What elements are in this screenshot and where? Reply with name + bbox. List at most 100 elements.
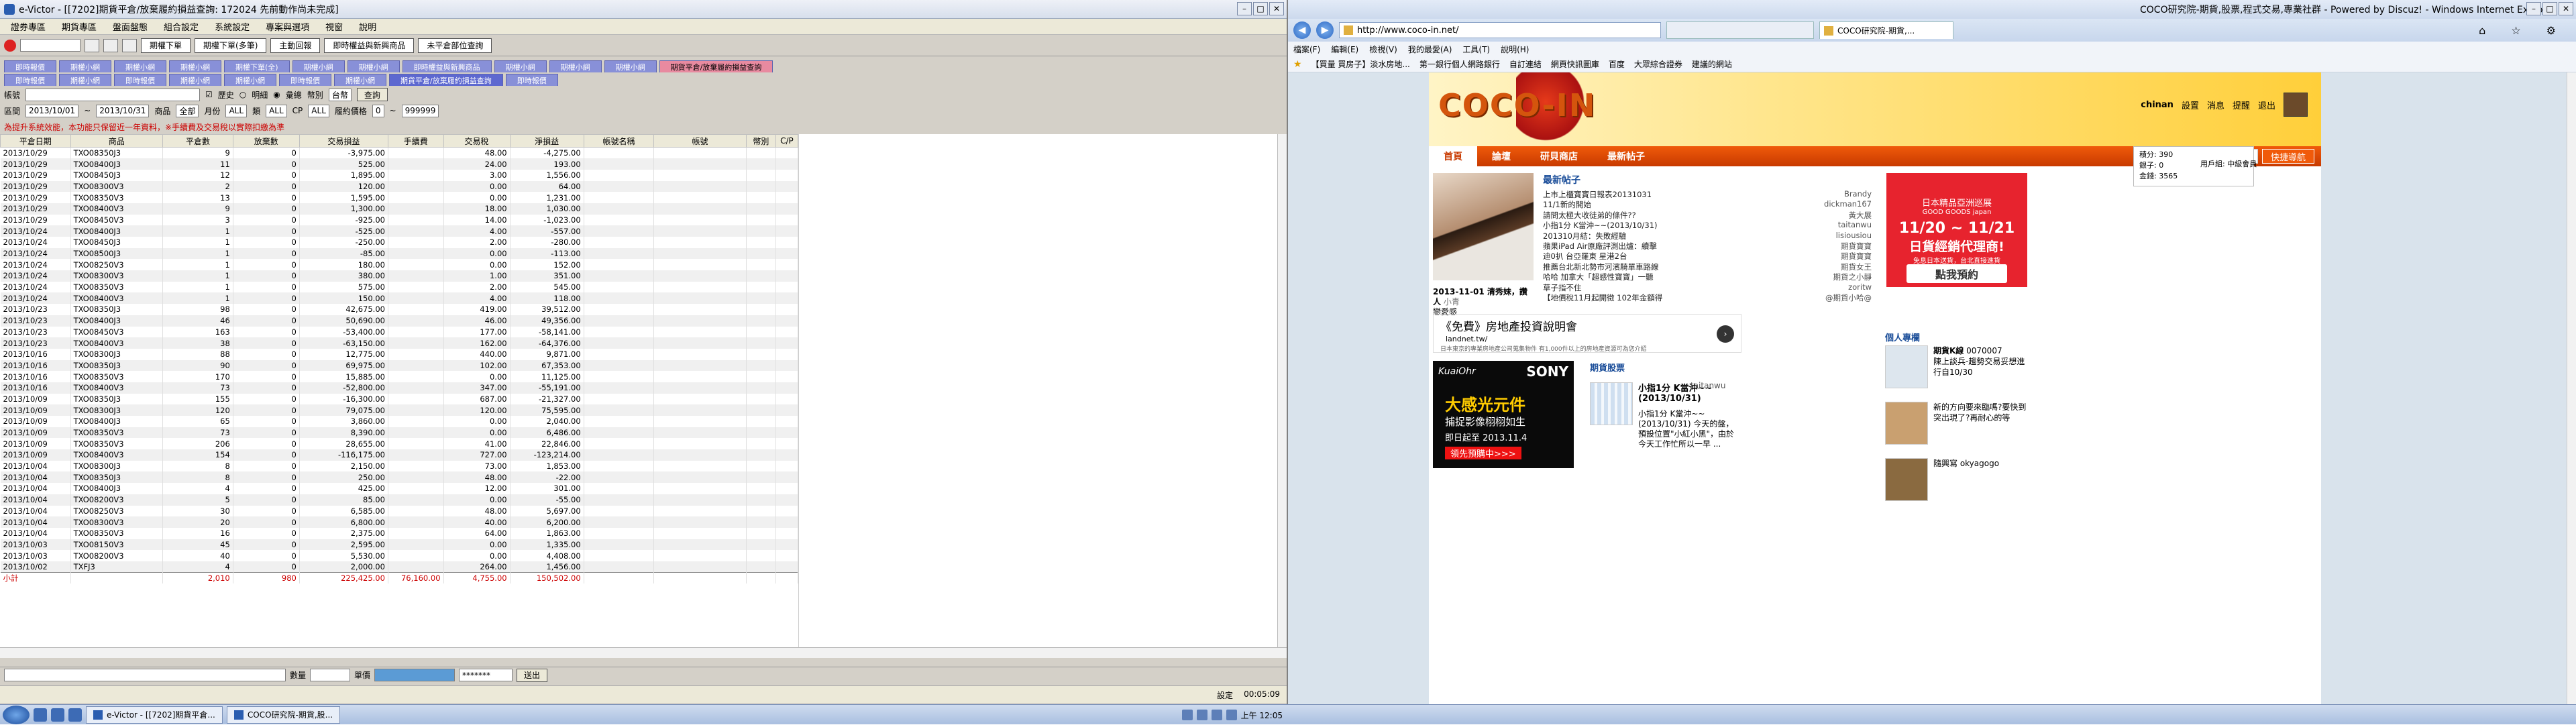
ie-menu-item[interactable]: 說明(H) — [1501, 44, 1529, 55]
japan-ad-cta[interactable]: 點我預約 — [1907, 264, 2007, 283]
latest-post-title[interactable]: 11/1新的開始 — [1543, 199, 1798, 209]
price-field[interactable] — [374, 669, 455, 681]
table-row[interactable]: 2013/10/04 TXO08300J3 8 0 2,150.00 73.00 1,853… — [0, 460, 798, 472]
currency-select[interactable]: 台幣 — [328, 88, 352, 101]
tab[interactable]: 期權小網 — [169, 60, 221, 72]
ie-menu-item[interactable]: 我的最愛(A) — [1408, 44, 1452, 55]
strike-from-field[interactable]: 0 — [372, 104, 384, 117]
latest-post-author[interactable]: 期貨寶寶 — [1805, 251, 1872, 261]
nav-forum[interactable]: 論壇 — [1477, 146, 1525, 166]
taskbar-evictor[interactable]: e-Victor - [[7202]期貨平倉... — [86, 706, 223, 724]
table-row[interactable]: 2013/10/04 TXO08350J3 8 0 250.00 48.00 -22.00 — [0, 471, 798, 484]
ie-menu-item[interactable]: 檢視(V) — [1369, 44, 1397, 55]
favorites-icon[interactable]: ★ — [1293, 59, 1302, 70]
column-header[interactable]: 平倉日期 — [0, 134, 71, 148]
latest-post-author[interactable]: lisiousiou — [1805, 231, 1872, 241]
table-row[interactable]: 2013/10/23 TXO08400J3 46 0 50,690.00 46.00 49,… — [0, 315, 798, 327]
taskbar-ie[interactable]: COCO研究院-期貨,股... — [226, 706, 341, 724]
evictor-titlebar[interactable]: e-Victor - [[7202]期貨平倉/放棄履約損益查詢: 172024 … — [0, 0, 1287, 19]
menu-item[interactable]: 專案與選項 — [259, 20, 316, 33]
quicklaunch-icon[interactable] — [51, 708, 64, 722]
tab[interactable]: 期權小網 — [224, 74, 276, 86]
tab[interactable]: 期權小網 — [114, 60, 166, 72]
qty-field[interactable] — [310, 669, 351, 681]
column-header[interactable]: 幣別 — [745, 134, 776, 148]
latest-post-item[interactable]: 蘋果iPad Air原廠評測出爐：續擊 期貨寶寶 — [1543, 241, 1872, 251]
table-row[interactable]: 2013/10/09 TXO08350V3 73 0 8,390.00 0.00 6,486… — [0, 427, 798, 439]
table-row[interactable]: 2013/10/24 TXO08300V3 1 0 380.00 1.00 351.00 — [0, 270, 798, 282]
table-row[interactable]: 2013/10/03 TXO08200V3 40 0 5,530.00 0.00 4,408… — [0, 550, 798, 561]
report-button[interactable]: 主動回報 — [270, 38, 321, 53]
latest-post-item[interactable]: 【地價稅11月起開徵 102年金額得 @期貨小哈@ — [1543, 292, 1872, 302]
tab[interactable]: 期權小網 — [169, 74, 221, 86]
column-header[interactable]: 淨損益 — [509, 134, 584, 148]
maximize-button[interactable]: □ — [1253, 2, 1268, 15]
menu-item[interactable]: 視窗 — [319, 20, 350, 33]
summary-radio[interactable]: ◉ — [273, 90, 280, 99]
tray-icon[interactable] — [1211, 710, 1222, 720]
avatar[interactable] — [2284, 93, 2308, 117]
clock[interactable]: 上午 12:05 — [1241, 710, 1283, 721]
account-mask-field[interactable]: ******* — [459, 669, 513, 681]
page-scrollbar[interactable] — [2567, 72, 2576, 704]
latest-post-title[interactable]: 蘋果iPad Air原廠評測出爐：續擊 — [1543, 241, 1798, 251]
table-row[interactable]: 2013/10/04 TXO08250V3 30 0 6,585.00 48.00 5,69… — [0, 505, 798, 517]
fav-link[interactable]: 網頁快訊圖庫 — [1551, 58, 1599, 70]
history-checkbox[interactable]: ☑ — [205, 90, 213, 99]
landnet-ad[interactable]: 《免費》房地產投資說明會 landnet.tw/ 日本東京的專業房地產公司蒐集物… — [1433, 314, 1741, 353]
tab-pl-query[interactable]: 期貨平倉/放棄履約損益查詢 — [659, 60, 773, 72]
table-row[interactable]: 2013/10/24 TXO08250V3 1 0 180.00 0.00 152.00 — [0, 259, 798, 271]
toolbar-icon[interactable] — [103, 38, 118, 52]
futures-thumbnail[interactable] — [1590, 382, 1633, 425]
tab[interactable]: 即時報價 — [279, 74, 331, 86]
account-select[interactable] — [25, 88, 201, 101]
table-row[interactable]: 2013/10/29 TXO08300V3 2 0 120.00 0.00 64.00 — [0, 180, 798, 192]
stop-icon[interactable] — [4, 39, 16, 52]
toolbar-field[interactable] — [20, 39, 80, 52]
latest-post-title[interactable]: 201310月結：失敗經驗 — [1543, 231, 1798, 241]
futures-item-author[interactable]: taitanwu — [1690, 381, 1725, 390]
start-button[interactable] — [3, 705, 30, 724]
menu-item[interactable]: 盤面盤態 — [106, 20, 154, 33]
featured-photo[interactable] — [1433, 173, 1534, 280]
fav-link[interactable]: 【買量 買房子】淡水房地... — [1311, 58, 1410, 70]
menu-item[interactable]: 證券專區 — [4, 20, 52, 33]
table-row[interactable]: 2013/10/04 TXO08400J3 4 0 425.00 12.00 301.00 — [0, 483, 798, 494]
latest-post-item[interactable]: 11/1新的開始 dickman167 — [1543, 199, 1872, 209]
home-icon[interactable]: ⌂ — [2479, 24, 2485, 37]
tab-pl-query-active[interactable]: 期貨平倉/放棄履約損益查詢 — [389, 74, 503, 86]
personal-item[interactable]: 期貨K線 0070007 陳上談兵-趨勢交易妥想進行自10/30 — [1885, 345, 2026, 399]
detail-radio[interactable]: ○ — [239, 90, 246, 99]
table-row[interactable]: 2013/10/09 TXO08350V3 206 0 28,655.00 41.00 22… — [0, 438, 798, 450]
table-row[interactable]: 2013/10/29 TXO08450J3 12 0 1,895.00 3.00 1,556… — [0, 169, 798, 181]
latest-post-title[interactable]: 草子指不住 — [1543, 282, 1798, 292]
query-button[interactable]: 查詢 — [356, 88, 388, 101]
latest-post-title[interactable]: 迪0扒 台亞羅東 星港2台 — [1543, 251, 1798, 261]
type-select[interactable]: ALL — [266, 104, 287, 117]
ie-menu-item[interactable]: 編輯(E) — [1331, 44, 1358, 55]
tab[interactable]: 期權小網 — [494, 60, 547, 72]
latest-post-author[interactable]: Brandy — [1805, 189, 1872, 199]
latest-post-title[interactable]: 推薦台北新北勢市河濱騎單車路線 — [1543, 262, 1798, 272]
tab[interactable]: 期權小網 — [334, 74, 386, 86]
menu-item[interactable]: 說明 — [352, 20, 383, 33]
multi-order-button[interactable]: 期權下單(多筆) — [195, 38, 267, 53]
latest-post-author[interactable]: taitanwu — [1805, 220, 1872, 230]
latest-post-author[interactable]: @期貨小哈@ — [1805, 292, 1872, 302]
site-logo[interactable]: COCO-IN — [1438, 87, 1596, 123]
tab[interactable]: 即時報價 — [4, 60, 56, 72]
table-row[interactable]: 2013/10/29 TXO08350J3 9 0 -3,975.00 48.00 -4,2… — [0, 147, 798, 159]
tab[interactable]: 期權小網 — [549, 60, 602, 72]
tab[interactable]: 即時報價 — [114, 74, 166, 86]
date-to-field[interactable]: 2013/10/31 — [96, 104, 150, 117]
tab[interactable]: 期權小網 — [604, 60, 657, 72]
table-row[interactable]: 2013/10/24 TXO08450J3 1 0 -250.00 2.00 -280.00 — [0, 237, 798, 248]
settings-link[interactable]: 設置 — [2182, 99, 2199, 111]
table-row[interactable]: 2013/10/03 TXO08150V3 45 0 2,595.00 0.00 1,335… — [0, 539, 798, 551]
forward-icon[interactable]: ▶ — [1316, 21, 1334, 39]
new-tab[interactable] — [1666, 21, 1814, 39]
latest-post-item[interactable]: 哈哈 加拿大「超感性寶寶」一聽 期貨之小靜 — [1543, 272, 1872, 282]
table-row[interactable]: 2013/10/09 TXO08400V3 154 0 -116,175.00 727.0… — [0, 449, 798, 461]
table-row[interactable]: 2013/10/09 TXO08350J3 155 0 -16,300.00 687.00… — [0, 393, 798, 405]
chevron-right-icon[interactable]: › — [1717, 325, 1734, 343]
